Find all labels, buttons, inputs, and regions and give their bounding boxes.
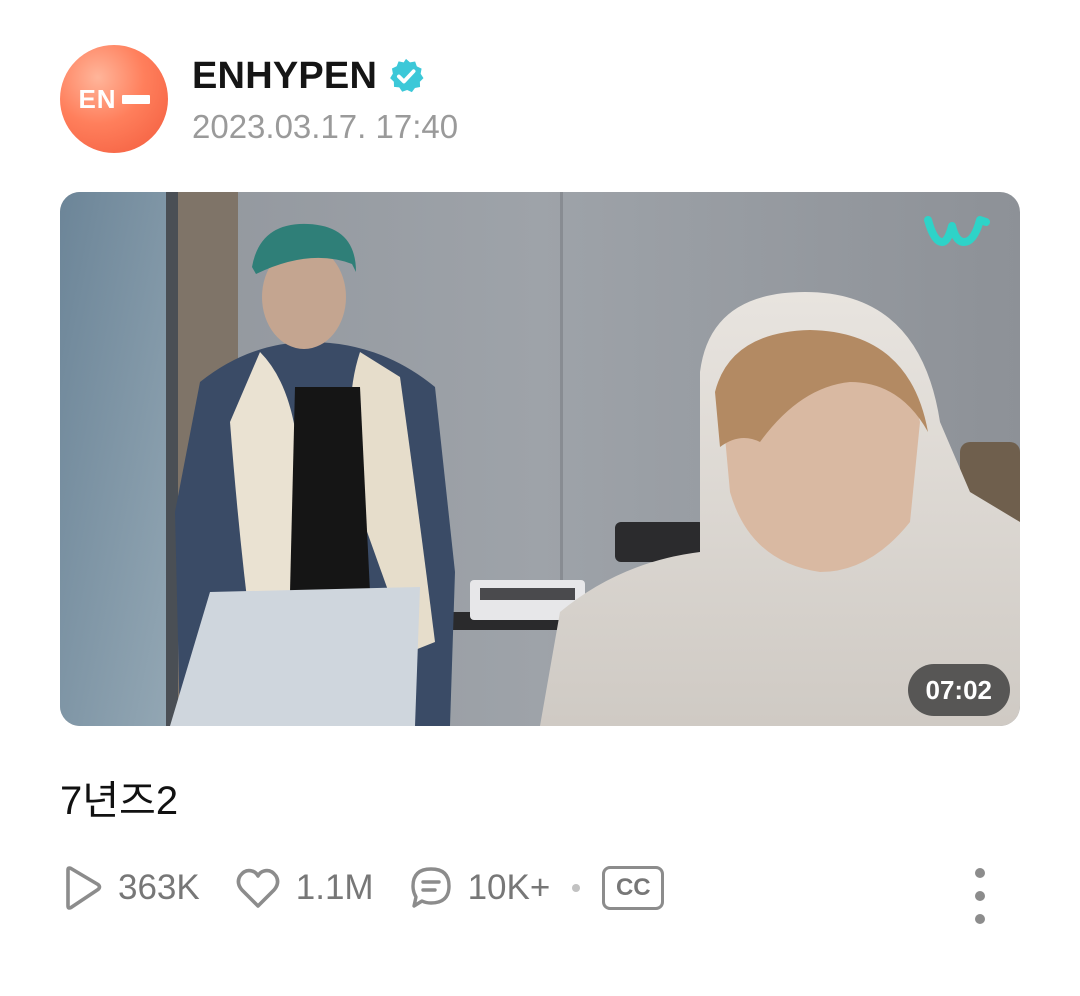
comment-bubble-icon[interactable]: [408, 865, 454, 911]
play-icon: [66, 866, 102, 910]
more-dot: [975, 914, 985, 924]
more-dot: [975, 868, 985, 878]
video-duration-badge: 07:02: [907, 664, 1010, 716]
post-timestamp: 2023.03.17. 17:40: [192, 108, 459, 145]
video-thumbnail-image: [60, 192, 1020, 726]
weverse-logo-icon: [924, 216, 990, 246]
more-vertical-icon[interactable]: [970, 868, 990, 924]
more-dot: [975, 891, 985, 901]
separator-dot: [572, 884, 581, 892]
comments-stat[interactable]: 10K+: [408, 865, 551, 911]
heart-icon[interactable]: [234, 866, 282, 910]
plays-stat: 363K: [60, 864, 200, 912]
video-thumbnail[interactable]: 07:02: [60, 192, 1020, 726]
likes-stat[interactable]: 1.1M: [234, 866, 374, 910]
comments-count: 10K+: [467, 868, 551, 907]
post-stats: 363K 1.1M 10K+ CC: [60, 860, 665, 916]
post-meta: ENHYPEN 2023.03.17. 17:40: [192, 52, 458, 146]
post-header: EN ENHYPEN 2023.03.17. 17:40: [60, 44, 458, 154]
avatar-logo-text: EN: [78, 83, 117, 114]
enhypen-logo: EN: [78, 83, 150, 115]
verified-check-icon: [390, 58, 424, 93]
plays-count: 363K: [118, 868, 200, 907]
likes-count: 1.1M: [295, 868, 374, 907]
author-name[interactable]: ENHYPEN: [192, 55, 377, 98]
closed-captions-icon[interactable]: CC: [602, 866, 665, 910]
avatar-logo-bar: [121, 94, 150, 104]
author-row: ENHYPEN: [192, 52, 458, 100]
avatar[interactable]: EN: [60, 45, 168, 153]
post-title[interactable]: 7년즈2: [60, 768, 178, 826]
